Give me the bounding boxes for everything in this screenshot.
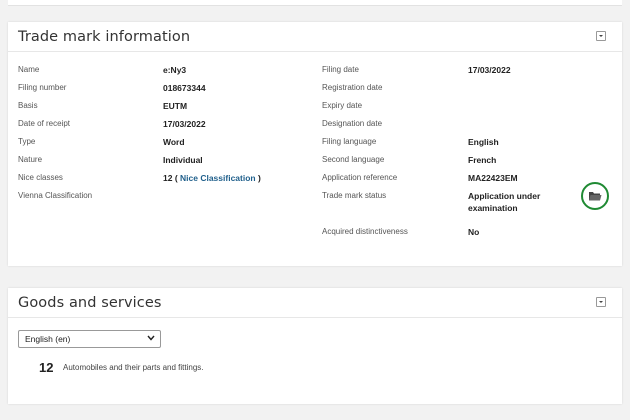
field-label: Type [18, 137, 36, 146]
field-label: Trade mark status [322, 191, 387, 200]
goods-description: Automobiles and their parts and fittings… [63, 363, 204, 372]
field-filing-number: Filing number 018673344 [18, 82, 206, 94]
goods-list-item: 12 Automobiles and their parts and fitti… [39, 360, 204, 375]
nice-class-suffix: ) [255, 173, 261, 183]
field-basis: Basis EUTM [18, 100, 187, 112]
field-value: Application under examination [468, 190, 540, 214]
field-label: Basis [18, 101, 38, 110]
status-line-1: Application under [468, 191, 541, 201]
status-line-2: examination [468, 203, 518, 213]
field-nature: Nature Individual [18, 154, 203, 166]
language-select-value: English (en) [25, 334, 71, 344]
field-label: Application reference [322, 173, 398, 182]
trade-mark-information-panel: Trade mark information Name e:Ny3 Filing… [8, 22, 622, 266]
field-label: Name [18, 65, 40, 74]
nice-class-number: 12 ( [163, 173, 181, 183]
field-designation-date: Designation date [322, 118, 468, 130]
field-label: Filing language [322, 137, 377, 146]
field-label: Vienna Classification [18, 191, 93, 200]
field-label: Expiry date [322, 101, 363, 110]
status-folder-icon[interactable] [581, 182, 609, 210]
field-label: Second language [322, 155, 385, 164]
field-value: 12 ( Nice Classification ) [163, 172, 261, 184]
field-label: Filing date [322, 65, 359, 74]
goods-and-services-panel: Goods and services English (en) 12 Autom… [8, 288, 622, 404]
field-filing-language: Filing language English [322, 136, 499, 148]
panel-header: Goods and services [8, 288, 622, 318]
goods-class-number: 12 [39, 360, 54, 375]
field-second-language: Second language French [322, 154, 496, 166]
collapse-toggle-button[interactable] [596, 297, 606, 307]
field-value: EUTM [163, 101, 188, 111]
field-value: 17/03/2022 [163, 119, 206, 129]
field-label: Designation date [322, 119, 383, 128]
field-label: Nature [18, 155, 43, 164]
field-label: Nice classes [18, 173, 63, 182]
field-value: 17/03/2022 [468, 65, 511, 75]
field-value: English [468, 137, 499, 147]
field-trade-mark-status: Trade mark status Application under exami… [322, 190, 540, 214]
field-value: Word [163, 137, 185, 147]
language-select[interactable]: English (en) [18, 330, 161, 348]
field-value: 018673344 [163, 83, 206, 93]
field-registration-date: Registration date [322, 82, 468, 94]
chevron-down-icon [147, 335, 155, 341]
field-name: Name e:Ny3 [18, 64, 186, 76]
field-type: Type Word [18, 136, 185, 148]
panel-header: Trade mark information [8, 22, 622, 52]
field-application-reference: Application reference MA22423EM [322, 172, 518, 184]
field-value: Individual [163, 155, 203, 165]
field-value: French [468, 155, 497, 165]
field-value: No [468, 227, 480, 237]
panel-title: Goods and services [18, 294, 162, 311]
nice-classification-link[interactable]: Nice Classification [180, 173, 256, 183]
field-vienna-classification: Vienna Classification [18, 190, 163, 202]
field-label: Acquired distinctiveness [322, 227, 408, 236]
field-value: e:Ny3 [163, 65, 187, 75]
field-label: Registration date [322, 83, 383, 92]
field-label: Date of receipt [18, 119, 71, 128]
field-date-of-receipt: Date of receipt 17/03/2022 [18, 118, 206, 130]
field-value: MA22423EM [468, 173, 518, 183]
field-label: Filing number [18, 83, 67, 92]
previous-panel-edge [8, 0, 622, 6]
field-acquired-distinctiveness: Acquired distinctiveness No [322, 226, 479, 238]
field-nice-classes: Nice classes 12 ( Nice Classification ) [18, 172, 261, 184]
field-filing-date: Filing date 17/03/2022 [322, 64, 511, 76]
panel-title: Trade mark information [18, 28, 191, 45]
folder-icon [589, 192, 602, 201]
collapse-toggle-button[interactable] [596, 31, 606, 41]
field-expiry-date: Expiry date [322, 100, 468, 112]
